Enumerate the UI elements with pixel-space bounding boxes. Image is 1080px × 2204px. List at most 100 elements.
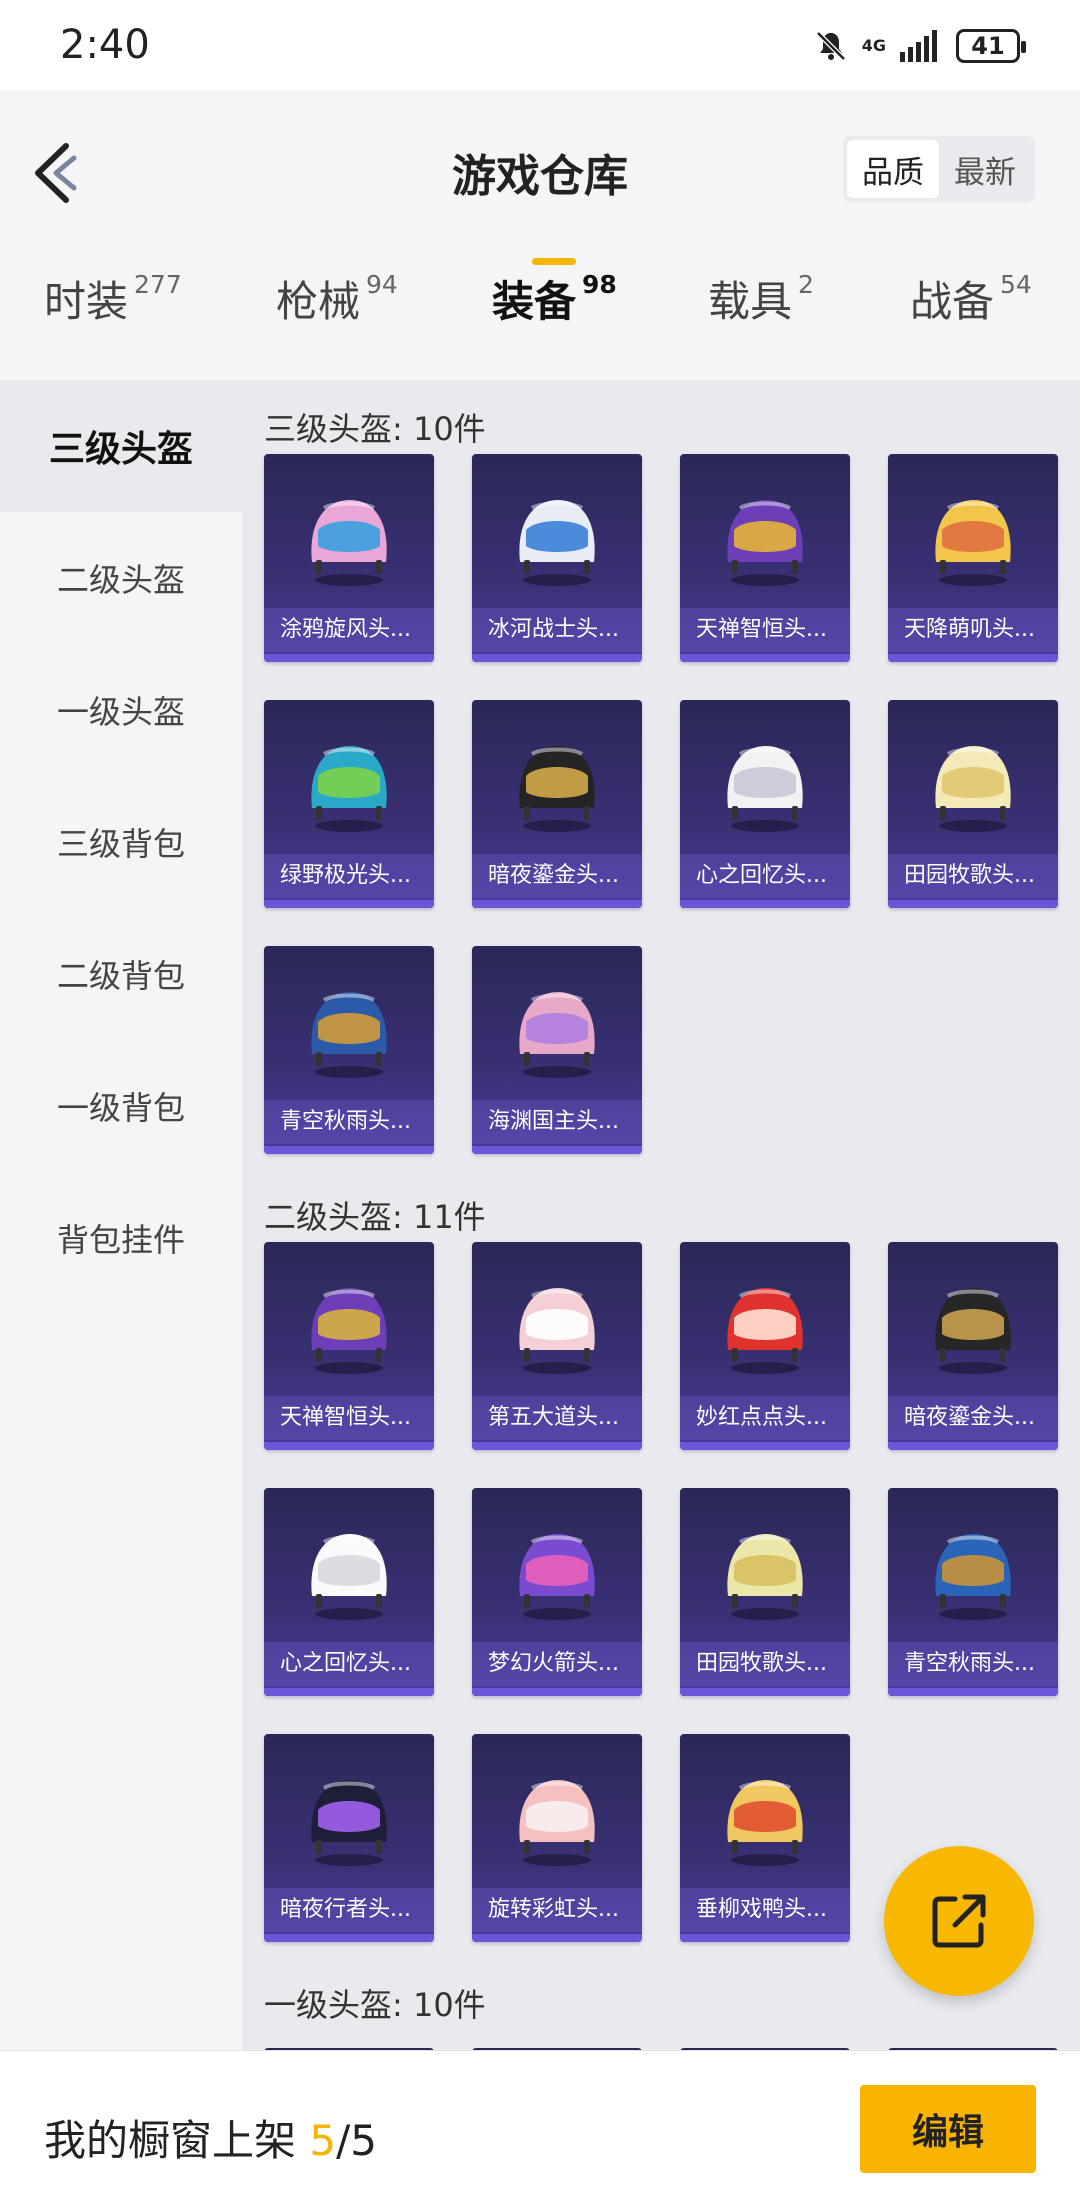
status-time: 2:40	[60, 22, 150, 68]
item-card-label: 田园牧歌头...	[888, 854, 1058, 898]
sidebar-item-label: 二级头盔	[56, 561, 185, 599]
helmet-white-icon	[727, 746, 803, 832]
item-card[interactable]: 海渊国主头...	[472, 946, 642, 1154]
item-card[interactable]: 暗夜行者头...	[264, 1734, 434, 1942]
status-bar: 2:40 4G 41	[0, 0, 1080, 90]
item-card-label: 妙红点点头...	[680, 1396, 850, 1440]
item-card[interactable]: 梦幻火箭头...	[472, 1488, 642, 1696]
item-card[interactable]: 天禅智恒头...	[680, 454, 850, 662]
battery-level: 41	[971, 32, 1005, 60]
item-card[interactable]: 暗夜鎏金头...	[472, 700, 642, 908]
tab-label: 枪械	[276, 277, 361, 326]
item-card[interactable]: 第五大道头...	[472, 1242, 642, 1450]
sidebar-item-level3-helmet[interactable]: 三级头盔	[0, 380, 242, 512]
item-card[interactable]: 心之回忆头...	[264, 1488, 434, 1696]
bottom-bar: 我的橱窗上架 5/5 编辑	[0, 2050, 1080, 2204]
item-card[interactable]: 天禅智恒头...	[264, 1242, 434, 1450]
sidebar-item-label: 一级背包	[56, 1089, 185, 1127]
tab-label: 时装	[44, 277, 129, 326]
item-card[interactable]: 青空秋雨头...	[264, 946, 434, 1154]
status-icons: 4G 41	[814, 26, 1026, 66]
mute-bell-icon	[815, 31, 846, 61]
helmet-white-icon	[311, 1534, 387, 1620]
showcase-total-count: 5	[350, 2116, 377, 2165]
showcase-label: 我的橱窗上架	[44, 2116, 297, 2165]
tab-vehicles[interactable]: 载具 2	[708, 268, 814, 329]
tab-label: 战备	[910, 277, 995, 326]
item-card-label: 绿野极光头...	[264, 854, 434, 898]
item-grid: 三级头盔: 10件 二级头盔: 11件 一级头盔: 10件 涂鸦旋风头... 冰河…	[242, 380, 1080, 2050]
sidebar-item-level2-backpack[interactable]: 二级背包	[0, 908, 242, 1040]
item-card-label: 心之回忆头...	[264, 1642, 434, 1686]
header: 游戏仓库 品质 最新 时装 277 枪械 94 装备 98 载具 2 战备 54	[0, 90, 1080, 340]
helmet-pink-plaid-icon	[519, 1288, 595, 1374]
item-card-label: 海渊国主头...	[472, 1100, 642, 1144]
showcase-status: 我的橱窗上架 5/5	[44, 2107, 377, 2168]
share-external-icon	[932, 1894, 986, 1948]
helmet-yellow-duck-icon	[727, 1780, 803, 1866]
sidebar-item-backpack-charm[interactable]: 背包挂件	[0, 1172, 242, 1304]
helmet-purple-gold-icon	[311, 1288, 387, 1374]
sidebar-item-label: 三级头盔	[48, 429, 193, 470]
network-label: 4G	[861, 36, 886, 55]
sidebar-item-label: 一级头盔	[56, 693, 185, 731]
tab-fashion[interactable]: 时装 277	[44, 268, 182, 329]
item-card[interactable]: 心之回忆头...	[680, 700, 850, 908]
item-card[interactable]: 冰河战士头...	[472, 454, 642, 662]
sidebar-item-level2-helmet[interactable]: 二级头盔	[0, 512, 242, 644]
sidebar-item-level1-helmet[interactable]: 一级头盔	[0, 644, 242, 776]
helmet-purple-gold-icon	[727, 500, 803, 586]
sidebar-item-level1-backpack[interactable]: 一级背包	[0, 1040, 242, 1172]
helmet-pink-wings-icon	[519, 992, 595, 1078]
helmet-red-icon	[727, 1288, 803, 1374]
item-card-label: 垂柳戏鸭头...	[680, 1888, 850, 1932]
item-card[interactable]: 田园牧歌头...	[680, 1488, 850, 1696]
showcase-current-count: 5	[309, 2116, 337, 2165]
item-card-label: 涂鸦旋风头...	[264, 608, 434, 652]
item-card-label: 青空秋雨头...	[264, 1100, 434, 1144]
item-card[interactable]: 妙红点点头...	[680, 1242, 850, 1450]
tab-count: 94	[366, 270, 398, 299]
section-title: 三级头盔: 10件	[264, 410, 486, 448]
sidebar-item-label: 背包挂件	[56, 1221, 185, 1259]
item-card-label: 冰河战士头...	[472, 608, 642, 652]
item-card[interactable]: 天降萌叽头...	[888, 454, 1058, 662]
item-card[interactable]: 青空秋雨头...	[888, 1488, 1058, 1696]
share-fab[interactable]	[884, 1846, 1034, 1996]
item-card-label: 天降萌叽头...	[888, 608, 1058, 652]
tab-equipment[interactable]: 装备 98	[492, 268, 617, 329]
sidebar-item-level3-backpack[interactable]: 三级背包	[0, 776, 242, 908]
tab-gear[interactable]: 战备 54	[910, 268, 1032, 329]
tab-count: 54	[1000, 270, 1032, 299]
section-title: 一级头盔: 10件	[264, 1986, 486, 2024]
helmet-cream-flower-icon	[935, 746, 1011, 832]
sort-quality-button[interactable]: 品质	[847, 140, 939, 198]
section-title: 二级头盔: 11件	[264, 1198, 486, 1236]
sidebar-item-label: 二级背包	[56, 957, 185, 995]
item-card-label: 田园牧歌头...	[680, 1642, 850, 1686]
helmet-white-blue-visor-icon	[519, 500, 595, 586]
edit-button[interactable]: 编辑	[860, 2085, 1036, 2173]
item-card-label: 青空秋雨头...	[888, 1642, 1058, 1686]
item-card[interactable]: 田园牧歌头...	[888, 700, 1058, 908]
tab-count: 277	[134, 270, 182, 299]
item-card-label: 旋转彩虹头...	[472, 1888, 642, 1932]
sidebar: 三级头盔 二级头盔 一级头盔 三级背包 二级背包 一级背包 背包挂件	[0, 380, 242, 2050]
sort-latest-button[interactable]: 最新	[939, 140, 1031, 198]
item-card-label: 天禅智恒头...	[264, 1396, 434, 1440]
helmet-navy-gold-icon	[311, 992, 387, 1078]
helmet-navy-gold-icon	[935, 1534, 1011, 1620]
item-card[interactable]: 绿野极光头...	[264, 700, 434, 908]
item-card-label: 天禅智恒头...	[680, 608, 850, 652]
item-card[interactable]: 涂鸦旋风头...	[264, 454, 434, 662]
item-card[interactable]: 暗夜鎏金头...	[888, 1242, 1058, 1450]
helmet-cream-flower-icon	[727, 1534, 803, 1620]
item-card[interactable]: 垂柳戏鸭头...	[680, 1734, 850, 1942]
helmet-black-gold-icon	[935, 1288, 1011, 1374]
tab-guns[interactable]: 枪械 94	[276, 268, 398, 329]
helmet-dark-neon-icon	[311, 1780, 387, 1866]
sort-toggle: 品质 最新	[843, 136, 1035, 202]
tab-label: 装备	[492, 277, 577, 326]
item-card[interactable]: 旋转彩虹头...	[472, 1734, 642, 1942]
helmet-purple-rocket-icon	[519, 1534, 595, 1620]
